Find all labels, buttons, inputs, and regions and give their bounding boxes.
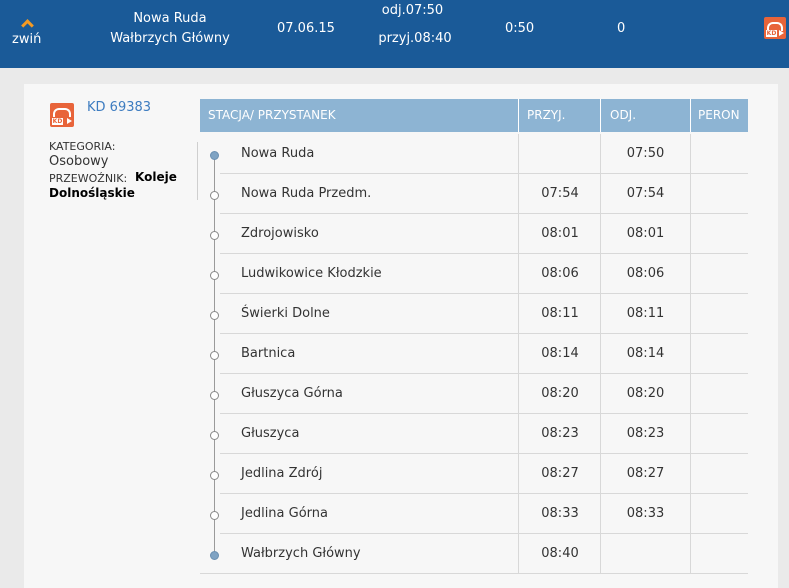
stops-table-header: STACJA/ PRZYSTANEK PRZYJ. ODJ. PERON xyxy=(200,99,748,132)
cell-divider xyxy=(690,174,691,214)
stop-marker-icon xyxy=(210,271,219,280)
connection-summary-bar: zwiń Nowa Ruda Wałbrzych Główny 07.06.15… xyxy=(0,0,789,68)
departure-cell: 08:01 xyxy=(626,226,665,241)
table-row: Nowa Ruda Przedm. 07:54 07:54 xyxy=(200,174,748,214)
train-carrier-logo: KD xyxy=(50,103,74,127)
stop-marker-icon xyxy=(210,511,219,520)
arrow-icon xyxy=(67,118,72,124)
changes-count: 0 xyxy=(617,21,626,36)
stop-marker-icon xyxy=(210,191,219,200)
collapse-label: zwiń xyxy=(12,32,42,47)
station-name: Jedlina Górna xyxy=(241,506,328,521)
stop-marker-icon xyxy=(210,351,219,360)
table-row: Jedlina Górna 08:33 08:33 xyxy=(200,494,748,534)
arrival-cell: 07:54 xyxy=(541,186,579,201)
arrival-cell: 08:40 xyxy=(541,546,579,561)
carrier-logo-text: KD xyxy=(766,30,777,37)
table-row: Wałbrzych Główny 08:40 xyxy=(200,534,748,574)
cell-divider xyxy=(690,374,691,414)
route-from: Nowa Ruda xyxy=(133,11,207,26)
table-row: Jedlina Zdrój 08:27 08:27 xyxy=(200,454,748,494)
category-label: KATEGORIA: xyxy=(49,140,116,153)
train-carrier-logo-text: KD xyxy=(52,118,63,125)
departure-cell: 08:20 xyxy=(626,386,665,401)
station-name: Wałbrzych Główny xyxy=(241,546,361,561)
travel-duration: 0:50 xyxy=(505,21,535,36)
arrival-time: przyj.08:40 xyxy=(378,31,452,46)
route-to: Wałbrzych Główny xyxy=(110,31,230,46)
info-separator xyxy=(197,142,198,200)
arrival-cell: 08:11 xyxy=(541,306,579,321)
stop-marker-icon xyxy=(210,231,219,240)
departure-cell: 08:06 xyxy=(626,266,665,281)
stop-marker-icon xyxy=(210,551,219,560)
arrow-icon xyxy=(779,30,784,36)
train-number-link[interactable]: KD 69383 xyxy=(87,100,151,115)
cell-divider xyxy=(690,534,691,574)
carrier-logo: KD xyxy=(764,17,786,39)
station-name: Głuszyca Górna xyxy=(241,386,343,401)
column-divider xyxy=(690,99,691,132)
table-row: Bartnica 08:14 08:14 xyxy=(200,334,748,374)
station-name: Jedlina Zdrój xyxy=(241,466,323,481)
station-name: Ludwikowice Kłodzkie xyxy=(241,266,382,281)
departure-cell: 08:11 xyxy=(626,306,665,321)
travel-date: 07.06.15 xyxy=(277,21,335,36)
cell-divider xyxy=(690,254,691,294)
departure-cell: 07:54 xyxy=(626,186,665,201)
carrier-value: Koleje Dolnośląskie xyxy=(49,170,177,200)
table-row: Głuszyca Górna 08:20 08:20 xyxy=(200,374,748,414)
station-name: Zdrojowisko xyxy=(241,226,319,241)
cell-divider xyxy=(600,534,601,574)
stop-marker-icon xyxy=(210,151,219,160)
category-value: Osobowy xyxy=(49,154,109,169)
arrival-cell: 08:23 xyxy=(541,426,579,441)
column-station: STACJA/ PRZYSTANEK xyxy=(208,108,336,122)
departure-cell: 08:33 xyxy=(626,506,665,521)
cell-divider xyxy=(690,134,691,174)
column-departure: ODJ. xyxy=(610,108,637,122)
station-name: Świerki Dolne xyxy=(241,306,330,321)
stop-marker-icon xyxy=(210,391,219,400)
rail-icon xyxy=(53,108,71,117)
table-row: Zdrojowisko 08:01 08:01 xyxy=(200,214,748,254)
column-platform: PERON xyxy=(698,108,740,122)
column-arrival: PRZYJ. xyxy=(527,108,566,122)
departure-cell: 07:50 xyxy=(626,146,665,161)
collapse-button[interactable]: zwiń xyxy=(6,8,46,50)
cell-divider xyxy=(690,414,691,454)
column-divider xyxy=(600,99,601,132)
table-row: Ludwikowice Kłodzkie 08:06 08:06 xyxy=(200,254,748,294)
departure-cell: 08:14 xyxy=(626,346,665,361)
column-divider xyxy=(518,99,519,132)
departure-cell: 08:23 xyxy=(626,426,665,441)
cell-divider xyxy=(690,214,691,254)
cell-divider xyxy=(690,294,691,334)
arrival-cell: 08:27 xyxy=(541,466,579,481)
arrival-cell: 08:01 xyxy=(541,226,579,241)
arrival-cell: 08:33 xyxy=(541,506,579,521)
cell-divider xyxy=(690,334,691,374)
arrival-cell: 08:20 xyxy=(541,386,579,401)
station-name: Nowa Ruda xyxy=(241,146,315,161)
cell-divider xyxy=(690,454,691,494)
cell-divider xyxy=(690,494,691,534)
cell-divider xyxy=(518,134,519,174)
station-name: Nowa Ruda Przedm. xyxy=(241,186,372,201)
table-row: Nowa Ruda 07:50 xyxy=(200,134,748,174)
arrival-cell: 08:14 xyxy=(541,346,579,361)
station-name: Bartnica xyxy=(241,346,296,361)
stop-marker-icon xyxy=(210,431,219,440)
table-row: Głuszyca 08:23 08:23 xyxy=(200,414,748,454)
table-row: Świerki Dolne 08:11 08:11 xyxy=(200,294,748,334)
stop-marker-icon xyxy=(210,311,219,320)
row-divider xyxy=(200,573,748,574)
departure-time: odj.07:50 xyxy=(381,3,444,18)
departure-cell: 08:27 xyxy=(626,466,665,481)
stop-marker-icon xyxy=(210,471,219,480)
arrival-cell: 08:06 xyxy=(541,266,579,281)
station-name: Głuszyca xyxy=(241,426,300,441)
